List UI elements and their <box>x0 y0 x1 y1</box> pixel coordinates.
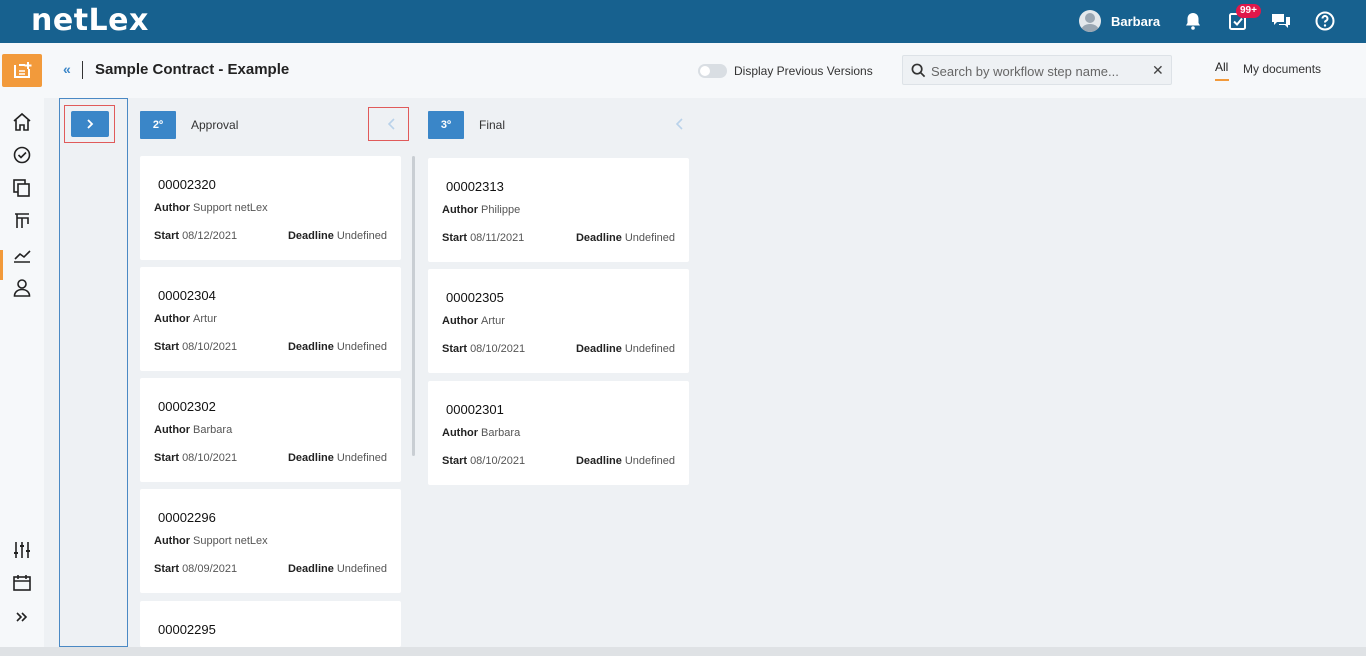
card-author: Author Philippe <box>442 204 521 216</box>
card-start: Start 08/10/2021 <box>442 343 526 355</box>
new-document-button[interactable] <box>2 54 42 87</box>
workflow-search: ✕ <box>902 55 1172 85</box>
card-number: 00002302 <box>158 399 216 414</box>
add-document-icon <box>14 62 32 78</box>
step-number-badge: 3º <box>428 111 464 139</box>
settings-sliders-icon[interactable] <box>11 539 33 561</box>
analytics-icon[interactable] <box>11 244 33 266</box>
clear-search-icon[interactable]: ✕ <box>1152 62 1164 79</box>
card-number: 00002320 <box>158 177 216 192</box>
card-author: Author Artur <box>154 313 217 325</box>
highlight-expand-button <box>64 105 115 143</box>
active-tab-indicator <box>1215 79 1229 81</box>
workflow-card[interactable]: 00002296 Author Support netLex Start 08/09… <box>140 489 401 593</box>
card-deadline: Deadline Undefined <box>575 455 675 467</box>
card-start: Start 08/12/2021 <box>154 230 238 242</box>
card-start: Start 08/09/2021 <box>154 563 238 575</box>
collapsed-step-column <box>59 98 128 647</box>
tasks-badge: 99+ <box>1236 4 1261 18</box>
bottom-scroll-strip <box>0 647 1366 656</box>
collapse-final-chevron-icon[interactable] <box>673 117 687 131</box>
left-sidebar <box>0 43 44 647</box>
step-name: Final <box>479 118 506 132</box>
card-author: Author Artur <box>442 315 505 327</box>
calendar-icon[interactable] <box>11 572 33 594</box>
avatar[interactable] <box>1079 10 1101 32</box>
card-number: 00002304 <box>158 288 216 303</box>
user-icon[interactable] <box>11 277 33 299</box>
card-start: Start 08/10/2021 <box>154 452 238 464</box>
back-double-chevron-icon[interactable]: « <box>63 61 71 77</box>
title-divider <box>82 61 83 79</box>
card-deadline: Deadline Undefined <box>575 232 675 244</box>
card-author: Author Support netLex <box>154 535 268 547</box>
tab-all[interactable]: All <box>1215 60 1228 74</box>
home-icon[interactable] <box>11 111 33 133</box>
card-deadline: Deadline Undefined <box>287 230 387 242</box>
help-icon[interactable] <box>1314 10 1336 32</box>
bell-icon[interactable] <box>1182 10 1204 32</box>
active-nav-indicator <box>0 250 3 280</box>
card-deadline: Deadline Undefined <box>287 452 387 464</box>
workflow-card[interactable]: 00002305 Author Artur Start 08/10/2021 Dea… <box>428 269 689 373</box>
documents-icon[interactable] <box>11 177 33 199</box>
dashboard-check-icon[interactable] <box>11 144 33 166</box>
previous-versions-label: Display Previous Versions <box>734 64 873 78</box>
card-author: Author Barbara <box>154 424 233 436</box>
card-author: Author Support netLex <box>154 202 268 214</box>
expand-sidebar-icon[interactable] <box>11 606 33 628</box>
card-number: 00002295 <box>158 622 216 637</box>
previous-versions-toggle[interactable] <box>698 64 727 78</box>
step-number-badge: 2º <box>140 111 176 139</box>
card-number: 00002301 <box>446 402 504 417</box>
column-scrollbar[interactable] <box>412 156 415 456</box>
app-logo[interactable]: netLex <box>31 3 149 38</box>
search-icon <box>911 63 926 78</box>
card-number: 00002296 <box>158 510 216 525</box>
column-header-approval: 2º Approval <box>140 111 238 139</box>
card-deadline: Deadline Undefined <box>287 341 387 353</box>
card-number: 00002305 <box>446 290 504 305</box>
workflow-card[interactable]: 00002313 Author Philippe Start 08/11/2021 … <box>428 158 689 262</box>
workflow-card[interactable]: 00002301 Author Barbara Start 08/10/2021 D… <box>428 381 689 485</box>
user-name[interactable]: Barbara <box>1111 14 1160 29</box>
chat-icon[interactable] <box>1270 10 1292 32</box>
workflow-card[interactable]: 00002304 Author Artur Start 08/10/2021 Dea… <box>140 267 401 371</box>
column-header-final: 3º Final <box>428 111 505 139</box>
search-input[interactable] <box>931 62 1141 80</box>
page-title: Sample Contract - Example <box>95 61 290 78</box>
card-deadline: Deadline Undefined <box>575 343 675 355</box>
step-name: Approval <box>191 118 239 132</box>
card-start: Start 08/10/2021 <box>154 341 238 353</box>
workflow-card[interactable]: 00002320 Author Support netLex Start 08/12… <box>140 156 401 260</box>
top-bar: netLex Barbara 99+ <box>0 0 1366 43</box>
workflow-card[interactable]: 00002295 <box>140 601 401 647</box>
card-author: Author Barbara <box>442 427 521 439</box>
card-number: 00002313 <box>446 179 504 194</box>
card-deadline: Deadline Undefined <box>287 563 387 575</box>
card-start: Start 08/10/2021 <box>442 455 526 467</box>
workflow-board-icon[interactable] <box>11 210 33 232</box>
user-menu[interactable]: Barbara <box>1079 10 1160 32</box>
card-start: Start 08/11/2021 <box>442 232 525 244</box>
highlight-collapse-chevron <box>368 107 409 141</box>
workflow-card[interactable]: 00002302 Author Barbara Start 08/10/2021 D… <box>140 378 401 482</box>
tab-my-documents[interactable]: My documents <box>1243 62 1321 76</box>
